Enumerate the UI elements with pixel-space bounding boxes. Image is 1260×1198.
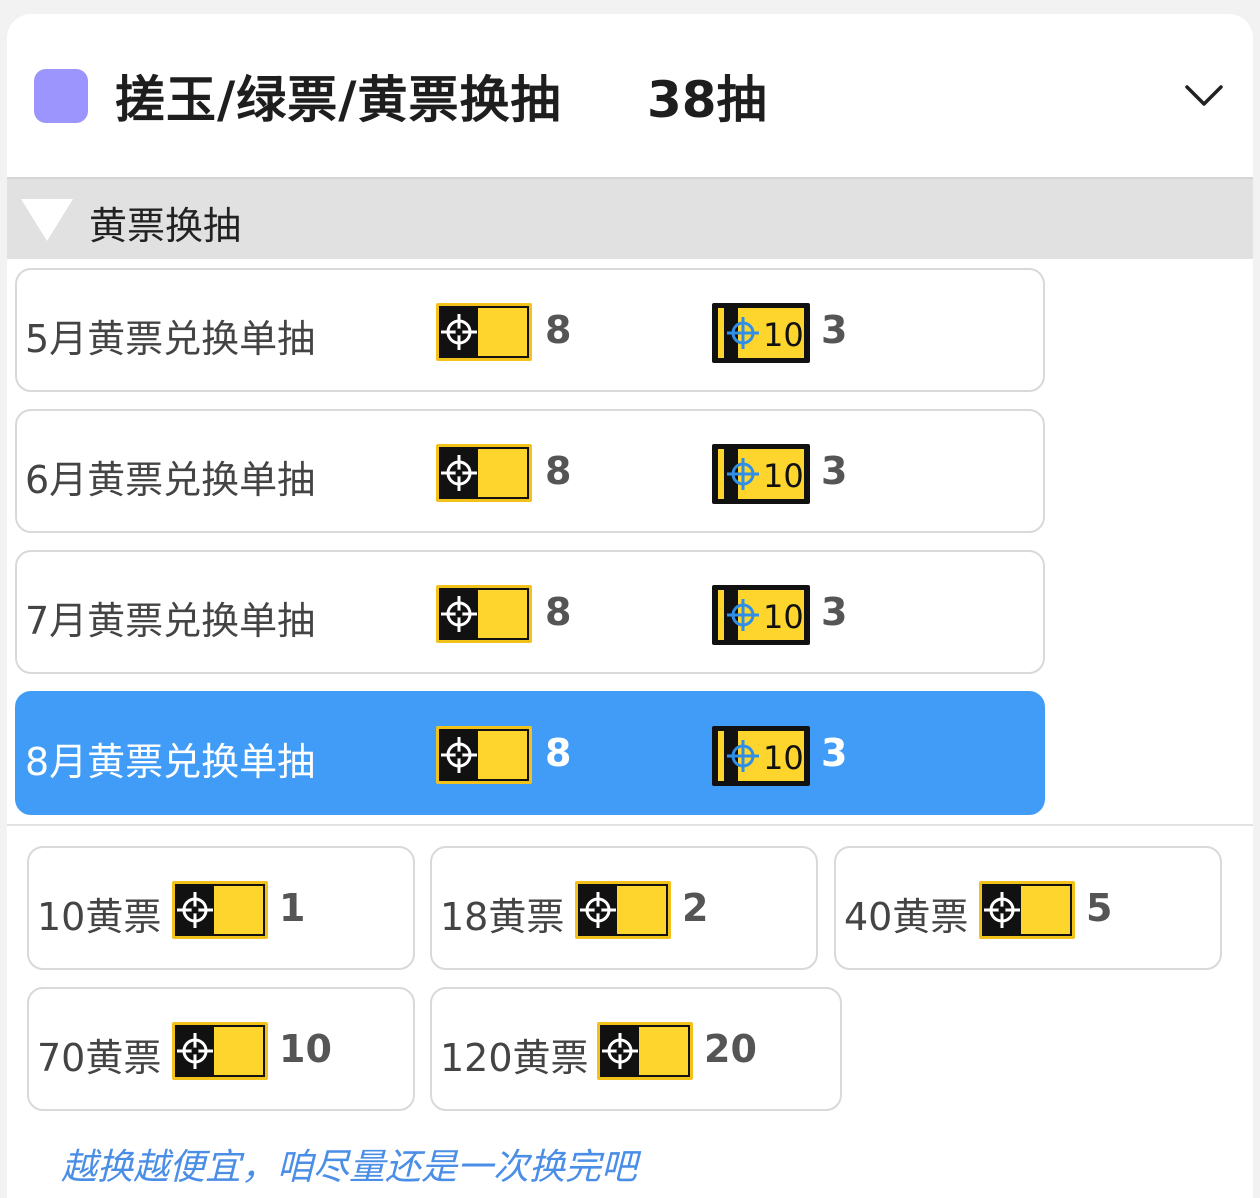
card-header[interactable]: 搓玉/绿票/黄票换抽 38抽	[7, 14, 1253, 176]
headhunting-permit-icon	[435, 302, 533, 362]
button-label: 10黄票	[37, 895, 162, 939]
button-label: 40黄票	[844, 895, 969, 939]
button-label: 120黄票	[440, 1036, 589, 1080]
exchange-option-row[interactable]: 8月黄票兑换单抽 8 10 3	[15, 691, 1045, 815]
divider	[7, 824, 1253, 826]
button-label: 18黄票	[440, 895, 565, 939]
section-header-yellow-ticket[interactable]: 黄票换抽	[7, 177, 1253, 259]
exchange-option-row[interactable]: 7月黄票兑换单抽 8 10 3	[15, 550, 1045, 674]
ten-pull-value: 3	[821, 731, 848, 775]
headhunting-permit-icon	[978, 880, 1076, 940]
exchange-card: 搓玉/绿票/黄票换抽 38抽 黄票换抽 5月黄票兑换单抽 8 10 3 6月黄票兑…	[7, 14, 1253, 1198]
exchange-option-row[interactable]: 5月黄票兑换单抽 8 10 3	[15, 268, 1045, 392]
ten-pull-value: 3	[821, 590, 848, 634]
row-label: 5月黄票兑换单抽	[25, 317, 316, 361]
pull-value: 5	[1086, 886, 1113, 930]
chevron-down-icon[interactable]	[1183, 80, 1225, 110]
pull-value: 2	[682, 886, 709, 930]
row-label: 6月黄票兑换单抽	[25, 458, 316, 502]
ticket-amount-button[interactable]: 18黄票 2	[430, 846, 818, 970]
single-pull-value: 8	[545, 731, 572, 775]
headhunting-permit-icon	[596, 1021, 694, 1081]
headhunting-permit-icon	[435, 725, 533, 785]
ticket-amount-button[interactable]: 40黄票 5	[834, 846, 1222, 970]
headhunting-permit-icon	[171, 1021, 269, 1081]
ticket-amount-button[interactable]: 70黄票 10	[27, 987, 415, 1111]
headhunting-permit-icon	[171, 880, 269, 940]
row-label: 8月黄票兑换单抽	[25, 740, 316, 784]
ten-pull-value: 3	[821, 308, 848, 352]
single-pull-value: 8	[545, 308, 572, 352]
card-title: 搓玉/绿票/黄票换抽	[115, 71, 562, 129]
ten-permit-label: 10	[763, 739, 804, 777]
ten-headhunting-permit-icon: 10	[711, 443, 811, 505]
single-pull-value: 8	[545, 449, 572, 493]
pull-count: 38抽	[647, 71, 767, 129]
category-color-swatch	[34, 69, 88, 123]
ten-permit-label: 10	[763, 457, 804, 495]
section-label: 黄票换抽	[89, 204, 242, 248]
ten-headhunting-permit-icon: 10	[711, 302, 811, 364]
row-label: 7月黄票兑换单抽	[25, 599, 316, 643]
ticket-amount-button[interactable]: 120黄票 20	[430, 987, 842, 1111]
pull-value: 10	[279, 1027, 332, 1071]
ten-permit-label: 10	[763, 598, 804, 636]
ten-headhunting-permit-icon: 10	[711, 725, 811, 787]
pull-value: 1	[279, 886, 306, 930]
button-label: 70黄票	[37, 1036, 162, 1080]
tip-text: 越换越便宜，咱尽量还是一次换完吧	[61, 1147, 638, 1188]
ticket-amount-button[interactable]: 10黄票 1	[27, 846, 415, 970]
headhunting-permit-icon	[435, 584, 533, 644]
ten-permit-label: 10	[763, 316, 804, 354]
headhunting-permit-icon	[574, 880, 672, 940]
headhunting-permit-icon	[435, 443, 533, 503]
single-pull-value: 8	[545, 590, 572, 634]
ten-pull-value: 3	[821, 449, 848, 493]
ten-headhunting-permit-icon: 10	[711, 584, 811, 646]
pull-value: 20	[704, 1027, 757, 1071]
exchange-option-row[interactable]: 6月黄票兑换单抽 8 10 3	[15, 409, 1045, 533]
triangle-down-icon	[21, 199, 73, 241]
